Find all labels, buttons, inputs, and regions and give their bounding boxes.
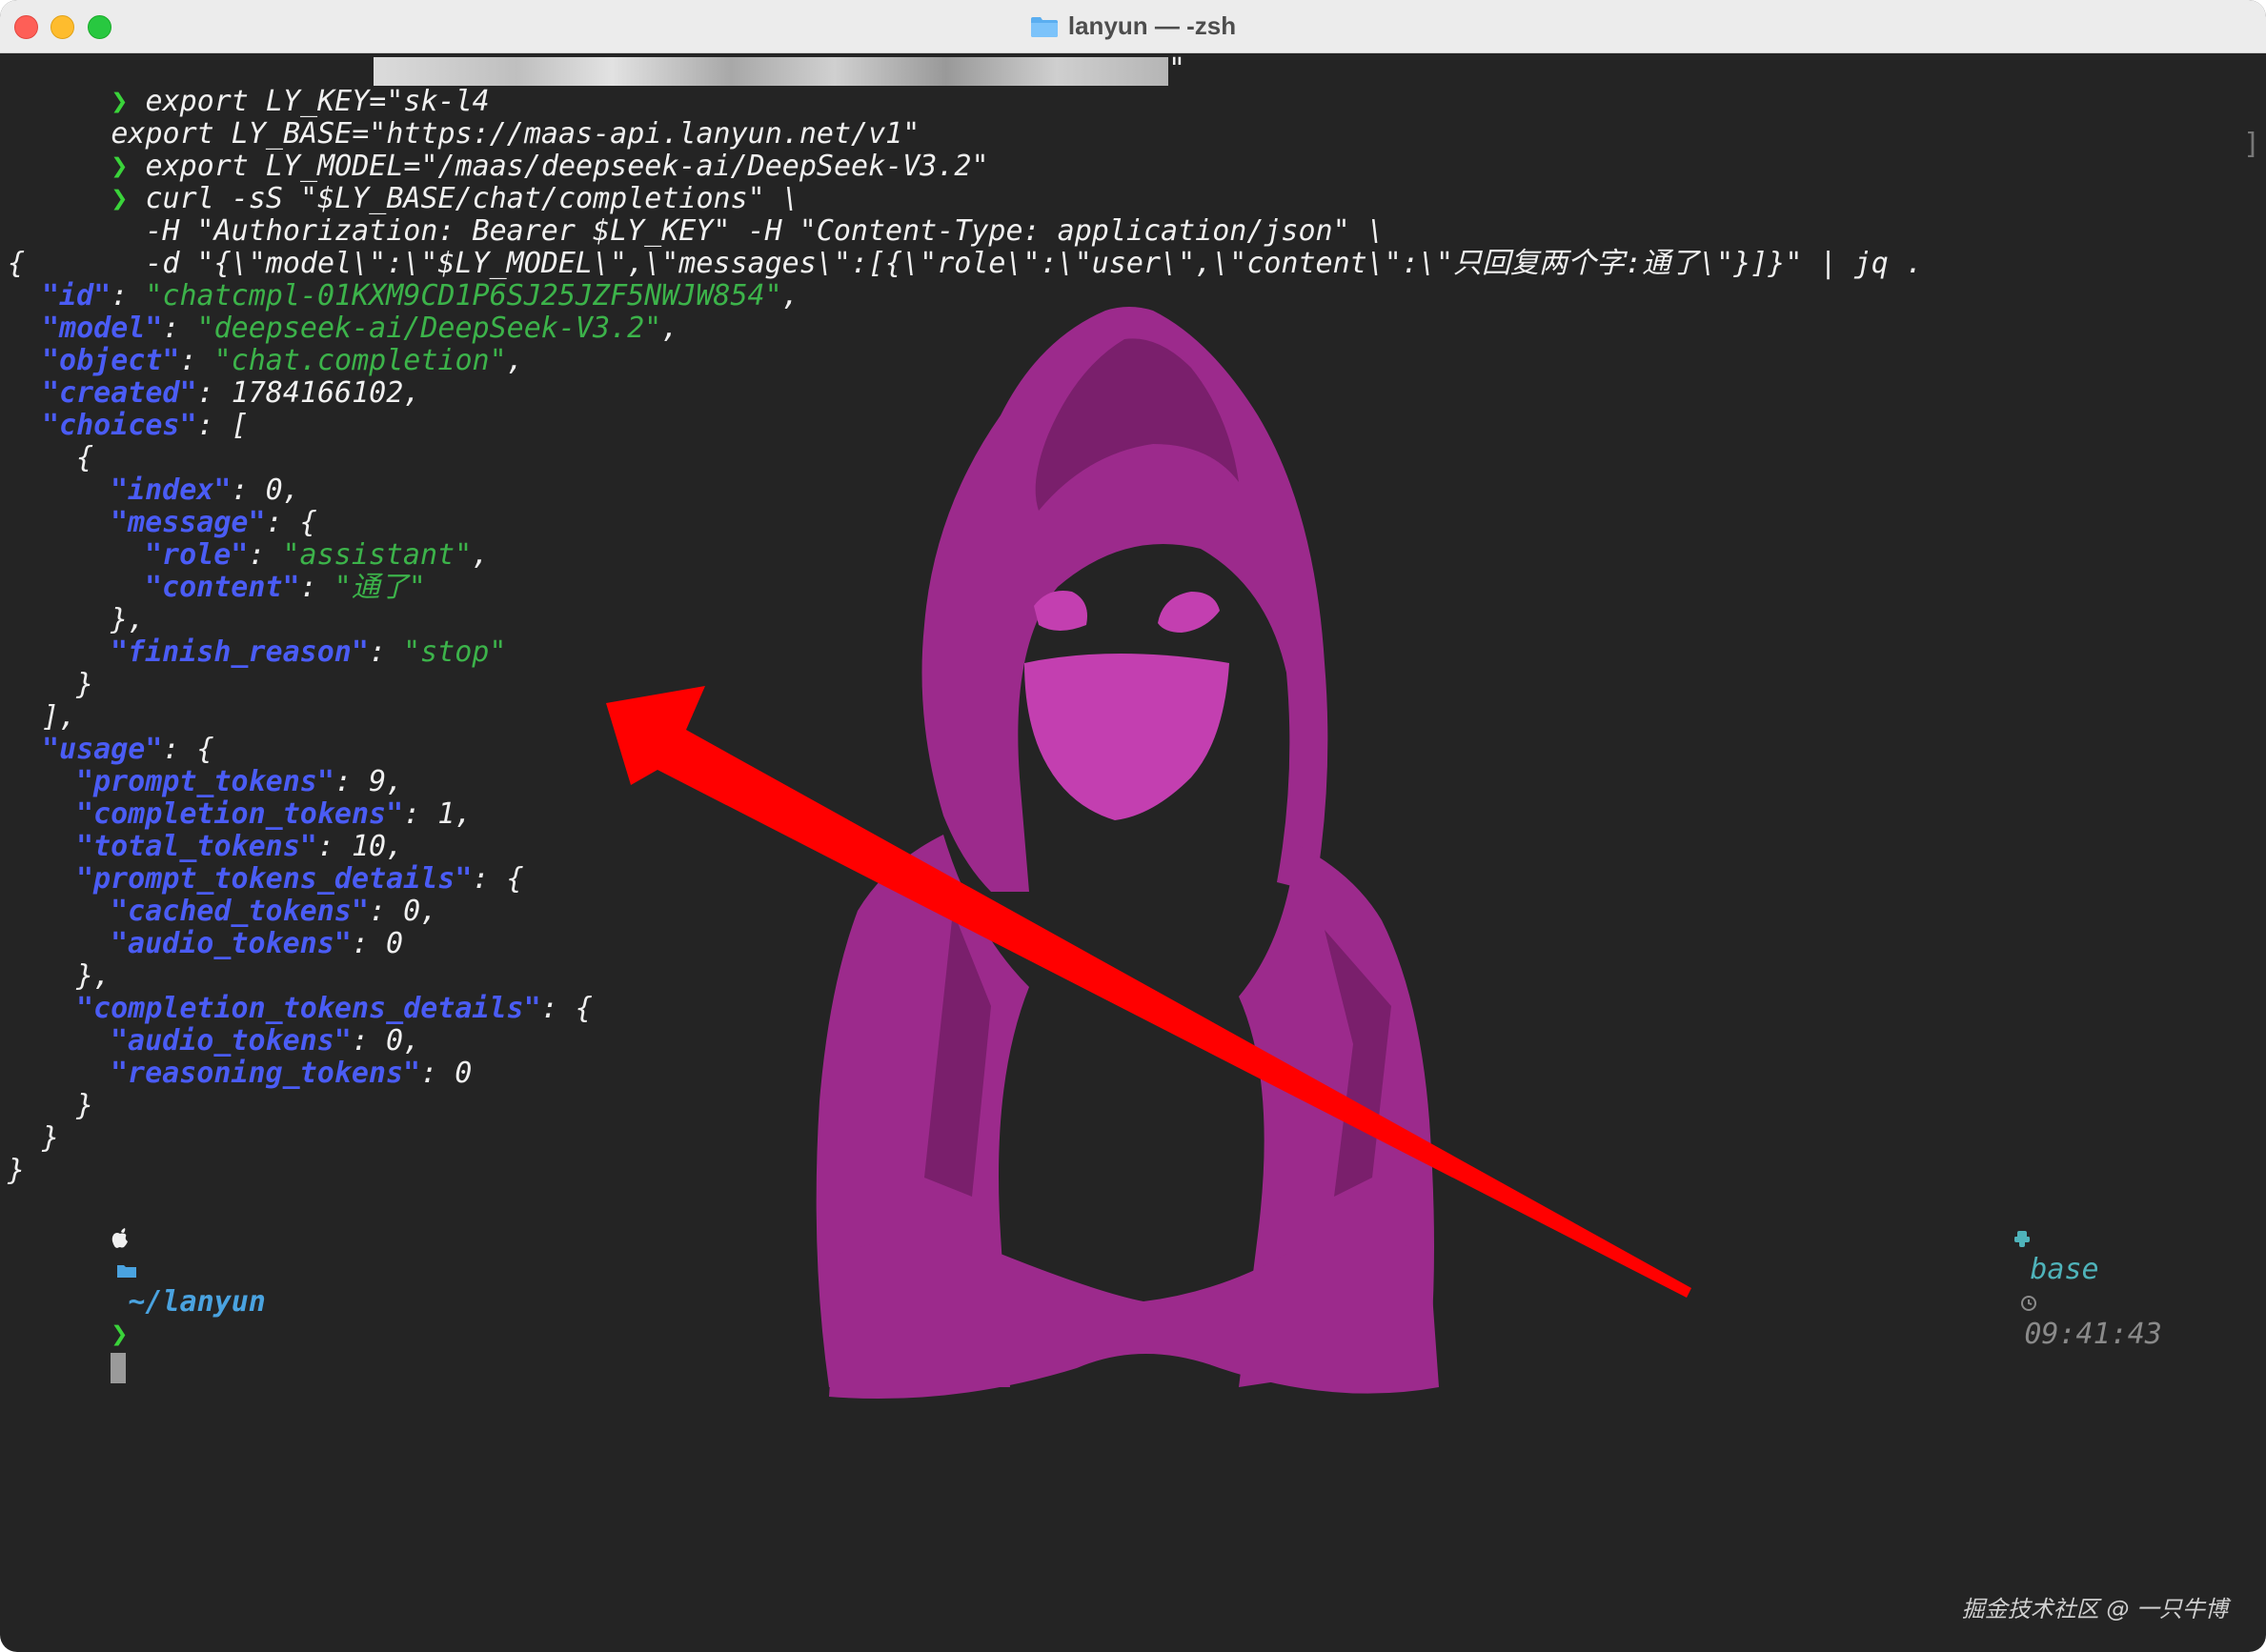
command-line: ❯ export LY_MODEL="/maas/deepseek-ai/Dee… xyxy=(111,150,989,183)
json-line: "created": 1784166102, xyxy=(42,376,421,410)
status-right: base 09:41:43 xyxy=(1910,1189,2162,1351)
json-line: "total_tokens": 10, xyxy=(76,830,404,863)
json-line: "prompt_tokens": 9, xyxy=(76,765,404,798)
json-line: }, xyxy=(111,603,146,636)
json-line: ], xyxy=(42,700,77,734)
apple-icon xyxy=(112,1227,129,1248)
json-line: { xyxy=(76,441,94,474)
json-line: "index": 0, xyxy=(111,473,300,507)
redacted-key-mask xyxy=(374,57,1168,86)
command-line: -H "Authorization: Bearer $LY_KEY" -H "C… xyxy=(145,214,1385,248)
json-line: { xyxy=(8,247,26,280)
clock-time: 09:41:43 xyxy=(2024,1318,2162,1351)
json-line: "completion_tokens": 1, xyxy=(76,797,473,831)
clock-icon xyxy=(2021,1295,2037,1311)
folder-icon xyxy=(1030,16,1058,37)
json-line: "audio_tokens": 0, xyxy=(111,1024,421,1058)
prompt-line[interactable]: ~/lanyun ❯ xyxy=(8,1189,266,1383)
text-cursor xyxy=(111,1352,127,1383)
json-line: } xyxy=(76,668,94,701)
json-line: "cached_tokens": 0, xyxy=(111,895,438,928)
json-line: "prompt_tokens_details": { xyxy=(76,862,524,896)
json-line: "content": "通了" xyxy=(145,571,426,604)
json-line: } xyxy=(42,1121,60,1155)
json-line: "choices": [ xyxy=(42,409,249,442)
json-line: "model": "deepseek-ai/DeepSeek-V3.2", xyxy=(42,312,679,345)
json-line: "reasoning_tokens": 0 xyxy=(111,1057,473,1090)
command-line: export LY_BASE="https://maas-api.lanyun.… xyxy=(111,117,921,151)
json-line: "audio_tokens": 0 xyxy=(111,927,404,960)
prompt-icon: ❯ xyxy=(111,1318,129,1351)
watermark: 掘金技术社区 @ 一只牛博 xyxy=(1961,1596,2228,1622)
json-line: "object": "chat.completion", xyxy=(42,344,524,377)
json-line: "finish_reason": "stop" xyxy=(111,635,507,669)
json-line: "usage": { xyxy=(42,733,214,766)
conda-env: base xyxy=(2030,1253,2099,1286)
terminal-content[interactable]: ] ❯ export LY_KEY="sk-l4 " export LY_BAS… xyxy=(0,53,2266,1652)
current-path: ~/lanyun xyxy=(128,1285,266,1319)
window-title: lanyun — -zsh xyxy=(1067,11,1237,40)
command-line: -d "{\"model\":\"$LY_MODEL\",\"messages\… xyxy=(145,247,1923,280)
json-line: }, xyxy=(76,959,111,993)
json-line: } xyxy=(8,1154,26,1187)
command-line: ❯ curl -sS "$LY_BASE/chat/completions" \ xyxy=(111,182,799,215)
json-line: "role": "assistant", xyxy=(145,538,490,572)
scroll-bracket: ] xyxy=(2242,128,2260,161)
json-line: } xyxy=(76,1089,94,1122)
json-line: "id": "chatcmpl-01KXM9CD1P6SJ25JZF5NWJW8… xyxy=(42,279,799,312)
json-line: "completion_tokens_details": { xyxy=(76,992,593,1025)
title-bar: lanyun — -zsh xyxy=(0,0,2266,53)
python-env-icon xyxy=(2014,1230,2031,1247)
terminal-window: lanyun — -zsh ] ❯ export LY_KEY="sk-l4 "… xyxy=(0,0,2266,1652)
folder-icon xyxy=(117,1264,137,1278)
json-line: "message": { xyxy=(111,506,317,539)
